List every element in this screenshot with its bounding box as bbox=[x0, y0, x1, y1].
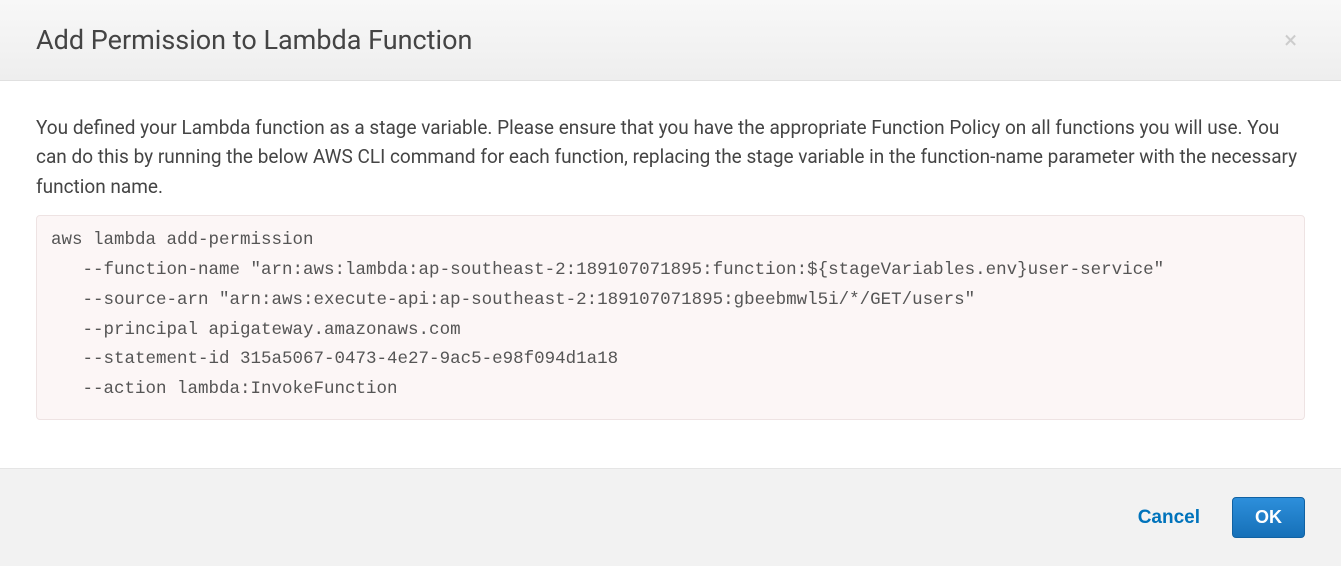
cancel-button[interactable]: Cancel bbox=[1134, 499, 1204, 537]
modal-body: You defined your Lambda function as a st… bbox=[0, 81, 1341, 468]
description-text: You defined your Lambda function as a st… bbox=[36, 113, 1305, 201]
close-icon[interactable]: × bbox=[1276, 24, 1305, 56]
ok-button[interactable]: OK bbox=[1232, 497, 1305, 538]
modal-footer: Cancel OK bbox=[0, 468, 1341, 566]
permission-modal: Add Permission to Lambda Function × You … bbox=[0, 0, 1341, 566]
modal-header: Add Permission to Lambda Function × bbox=[0, 0, 1341, 81]
cli-command-code: aws lambda add-permission --function-nam… bbox=[36, 215, 1305, 420]
modal-title: Add Permission to Lambda Function bbox=[36, 24, 472, 56]
